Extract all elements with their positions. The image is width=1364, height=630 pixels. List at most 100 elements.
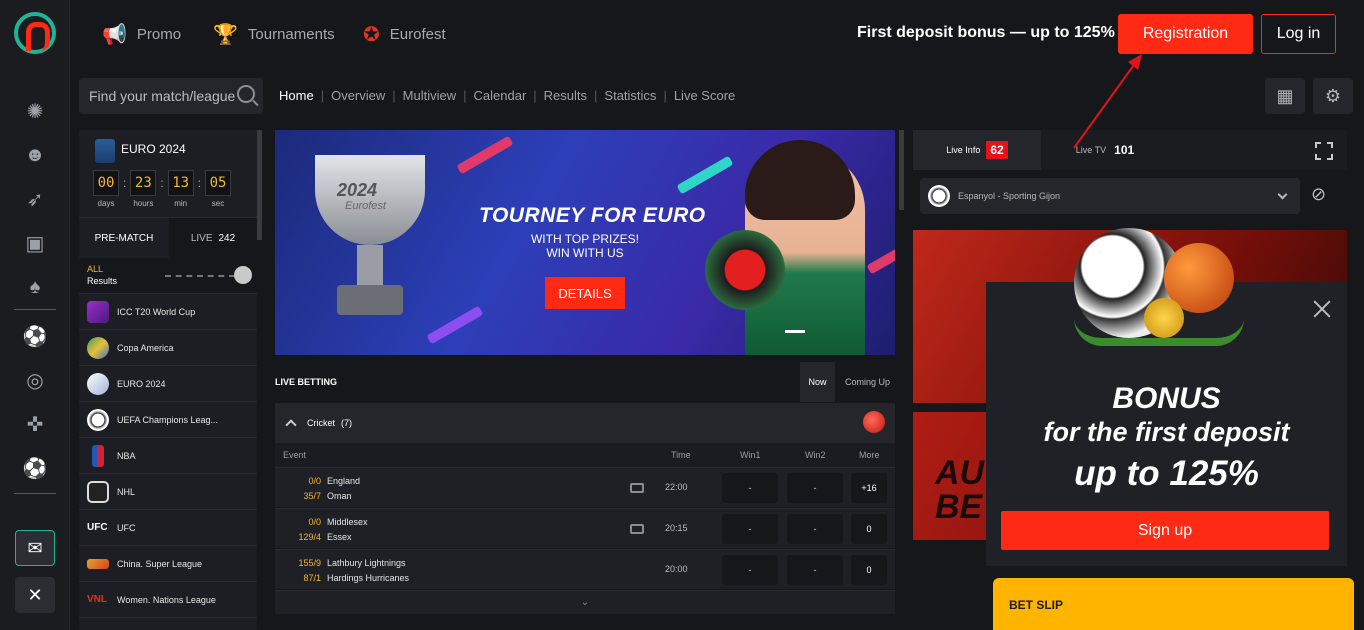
odds-win2[interactable]: - — [787, 514, 843, 544]
league-euro-icon — [87, 372, 109, 395]
cards-icon[interactable]: ♠ — [21, 273, 49, 301]
nav-promo-label: Promo — [136, 26, 182, 43]
toggle-knob[interactable] — [234, 266, 252, 284]
toggle-track[interactable] — [165, 275, 235, 277]
euro-countdown-card[interactable]: EURO 2024 00 days : 23 hours : 13 min : 05 s… — [79, 130, 257, 218]
subnav-overview[interactable]: Overview — [324, 88, 392, 103]
league-item[interactable]: China. Super League — [79, 546, 257, 582]
league-sidebar: EURO 2024 00 days : 23 hours : 13 min : 05 s… — [79, 130, 257, 630]
league-item[interactable]: NHL — [79, 474, 257, 510]
league-item[interactable]: UFC UFC — [79, 510, 257, 546]
main-scrollbar[interactable] — [899, 130, 904, 210]
close-icon[interactable] — [1313, 300, 1331, 318]
chevron-up-icon[interactable] — [285, 419, 297, 431]
trophy-base — [337, 285, 403, 315]
eurofest-icon: ✪ — [363, 24, 380, 46]
nav-eurofest[interactable]: ✪ Eurofest — [363, 22, 446, 47]
more-markets-button[interactable]: 0 — [851, 514, 887, 544]
league-item[interactable]: NBA — [79, 438, 257, 474]
results-label[interactable]: Results — [87, 276, 117, 286]
chat-icon[interactable]: ✉ — [15, 530, 55, 566]
sport-count: (7) — [341, 418, 353, 428]
soccer-ball-icon[interactable]: ⚽ — [21, 454, 49, 482]
search-input[interactable]: Find your match/league — [79, 78, 263, 114]
chevron-down-icon[interactable] — [1277, 189, 1288, 200]
subnav-multiview[interactable]: Multiview — [396, 88, 463, 103]
more-markets-button[interactable]: +16 — [851, 473, 887, 503]
live-info-count: 62 — [986, 141, 1008, 159]
tab-live[interactable]: LIVE 242 — [169, 218, 257, 258]
bet-slip-panel[interactable]: BET SLIP — [993, 578, 1354, 630]
unpin-icon[interactable]: ⊘ — [1311, 184, 1326, 205]
promo-banner[interactable]: 2024 Eurofest TOURNEY FOR EURO WITH TOP … — [275, 130, 895, 355]
col-win2: Win2 — [805, 450, 826, 460]
odds-win2[interactable]: - — [787, 555, 843, 585]
league-item[interactable]: UEFA Champions Leag... — [79, 402, 257, 438]
search-icon[interactable] — [237, 85, 255, 103]
subnav-calendar[interactable]: Calendar — [467, 88, 534, 103]
expand-more-chevron-icon[interactable]: ⌄ — [275, 590, 895, 614]
left-rail: ✺ ☻ ➶ ▣ ♠ ⚽ ◎ ✜ ⚽ ✉ ✕ — [0, 0, 70, 630]
subnav-statistics[interactable]: Statistics — [597, 88, 663, 103]
tab-coming-up[interactable]: Coming Up — [840, 362, 895, 402]
nav-promo[interactable]: 📢 Promo — [102, 22, 181, 47]
user-icon[interactable]: ☻ — [21, 141, 49, 169]
subnav-live-score[interactable]: Live Score — [667, 88, 742, 103]
banner-details-button[interactable]: DETAILS — [545, 277, 625, 309]
banner-model-hair — [745, 140, 855, 220]
countdown-colon: : — [197, 176, 202, 190]
match-select-dropdown[interactable]: Espanyol - Sporting Gijon — [920, 178, 1300, 214]
flag-uk-icon[interactable]: ✕ — [15, 577, 55, 613]
more-markets-button[interactable]: 0 — [851, 555, 887, 585]
live-stream-icon[interactable] — [630, 524, 644, 534]
rocket-icon[interactable]: ➶ — [21, 185, 49, 213]
gear-icon[interactable]: ⚙ — [1313, 78, 1353, 114]
table-row[interactable]: 0/0 Middlesex 129/4 Essex 20:15- -0 — [275, 508, 895, 548]
subnav-home[interactable]: Home — [279, 88, 321, 103]
tab-live-info[interactable]: Live Info 62 — [913, 130, 1041, 170]
odds-win1[interactable]: - — [722, 514, 778, 544]
col-time: Time — [671, 450, 691, 460]
brand-logo[interactable] — [14, 12, 56, 54]
league-item[interactable]: ICC T20 World Cup — [79, 294, 257, 330]
football-icon[interactable]: ⚽ — [21, 322, 49, 350]
sidebar-scrollbar[interactable] — [257, 130, 262, 240]
tab-live-tv[interactable]: Live TV 101 — [1041, 130, 1169, 170]
tv-icon[interactable]: ▣ — [21, 229, 49, 257]
event-time: 20:00 — [665, 564, 688, 574]
euro-2024-icon — [95, 139, 115, 163]
calculator-icon[interactable]: ▦ — [1265, 78, 1305, 114]
gamepad-icon[interactable]: ✜ — [21, 410, 49, 438]
league-name: China. Super League — [117, 558, 203, 569]
fullscreen-icon[interactable] — [1315, 142, 1333, 160]
carousel-indicator[interactable] — [785, 330, 805, 333]
odds-win1[interactable]: - — [722, 473, 778, 503]
signup-button[interactable]: Sign up — [1001, 511, 1329, 550]
league-item[interactable]: Copa America — [79, 330, 257, 366]
league-vnl-icon: VNL — [87, 594, 107, 605]
tab-now[interactable]: Now — [800, 362, 835, 402]
tab-prematch[interactable]: PRE-MATCH — [79, 218, 169, 258]
countdown-days-label: days — [97, 199, 115, 208]
live-stream-icon[interactable] — [630, 483, 644, 493]
odds-win1[interactable]: - — [722, 555, 778, 585]
col-more: More — [859, 450, 880, 460]
subnav-results[interactable]: Results — [537, 88, 594, 103]
popup-line-2: for the first deposit — [1043, 417, 1290, 447]
target-icon[interactable]: ◎ — [21, 366, 49, 394]
league-item[interactable]: VNL Women. Nations League — [79, 582, 257, 618]
sport-group-cricket[interactable]: Cricket (7) — [275, 403, 895, 443]
league-item[interactable]: EURO 2024 — [79, 366, 257, 402]
login-button[interactable]: Log in — [1261, 14, 1336, 54]
all-label[interactable]: ALL — [87, 264, 103, 274]
euro-title: EURO 2024 — [121, 142, 186, 156]
table-row[interactable]: 155/9 Lathbury Lightnings 87/1 Hardings Hur… — [275, 549, 895, 589]
casino-chip-icon[interactable]: ✺ — [21, 97, 49, 125]
brand-ball-icon — [705, 230, 785, 310]
table-row[interactable]: 0/0 England 35/7 Oman 22:00- - +16 — [275, 467, 895, 507]
tab-live-label: LIVE — [190, 232, 213, 244]
nav-tournaments[interactable]: 🏆 Tournaments — [213, 22, 335, 47]
countdown-min: 13 — [167, 170, 194, 196]
odds-win2[interactable]: - — [787, 473, 843, 503]
registration-button[interactable]: Registration — [1118, 14, 1253, 54]
